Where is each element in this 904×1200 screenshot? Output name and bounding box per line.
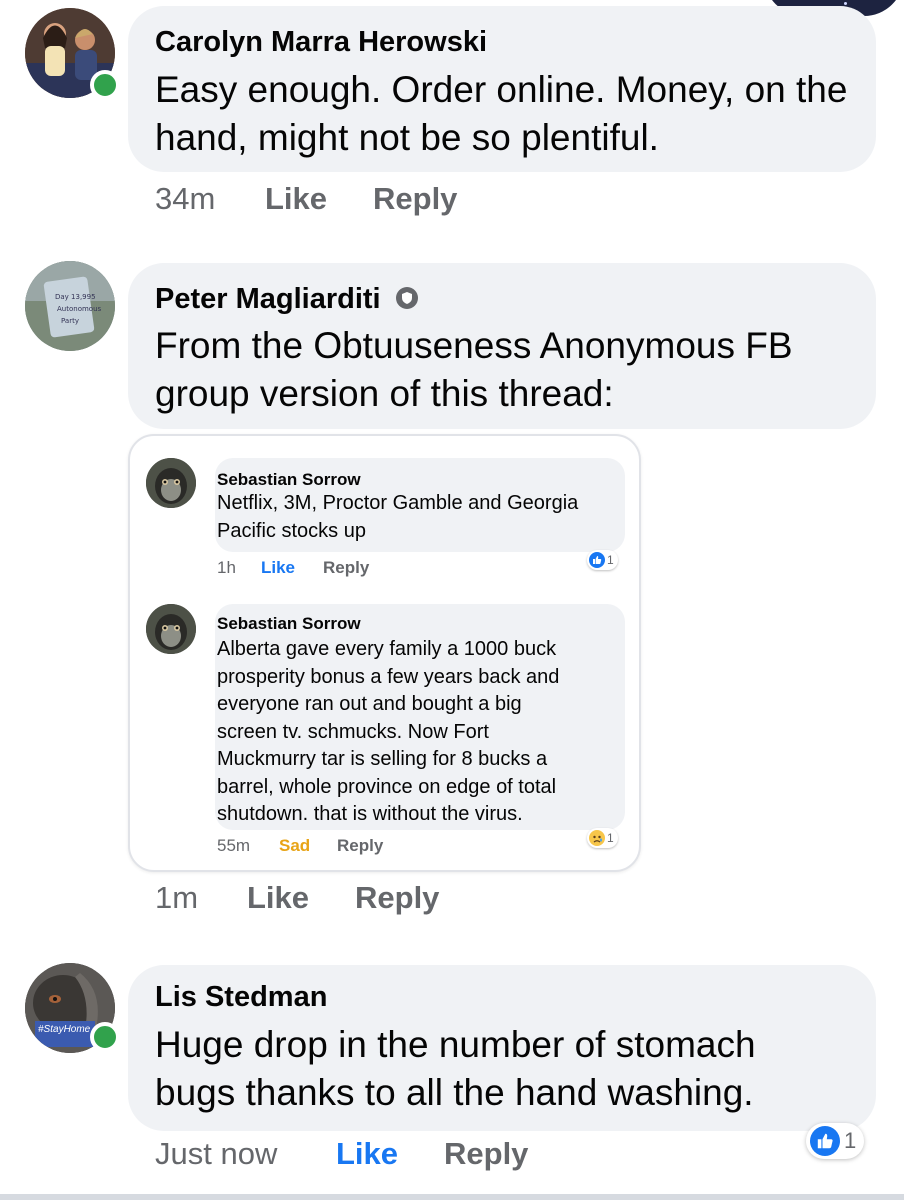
embedded-text-line: screen tv. schmucks. Now Fort xyxy=(217,720,489,743)
embedded-author: Sebastian Sorrow xyxy=(217,614,361,633)
comment-text-line: Huge drop in the number of stomach xyxy=(155,1024,756,1065)
thumbs-up-icon xyxy=(810,1126,840,1156)
reaction-badge[interactable]: 1 xyxy=(806,1123,865,1159)
embedded-text: Netflix, 3M, Proctor Gamble and Georgia … xyxy=(217,490,578,545)
embedded-screenshot[interactable]: Sebastian Sorrow Netflix, 3M, Proctor Ga… xyxy=(128,434,641,872)
comment-author[interactable]: Peter Magliarditi xyxy=(155,283,419,318)
embedded-text: Alberta gave every family a 1000 buck pr… xyxy=(217,636,559,829)
comment-text-line: bugs thanks to all the hand washing. xyxy=(155,1072,754,1113)
comment-text-line: hand, might not be so plentiful. xyxy=(155,117,659,158)
embedded-time: 1h xyxy=(217,558,236,577)
embedded-text-line: everyone ran out and bought a big xyxy=(217,693,522,715)
avatar-frame-text: #StayHome xyxy=(38,1024,91,1035)
svg-text:Party: Party xyxy=(61,317,79,325)
comment-text: From the Obtuuseness Anonymous FB group … xyxy=(155,322,793,418)
like-button[interactable]: Like xyxy=(336,1136,398,1172)
embedded-author: Sebastian Sorrow xyxy=(217,470,361,489)
embedded-text-line: Pacific stocks up xyxy=(217,519,366,542)
reply-button[interactable]: Reply xyxy=(373,181,457,217)
embedded-reaction: 1 xyxy=(587,550,618,570)
embedded-sad: Sad xyxy=(279,836,311,855)
reply-button[interactable]: Reply xyxy=(444,1136,528,1172)
reaction-count: 1 xyxy=(844,1128,857,1153)
online-indicator xyxy=(90,1022,120,1052)
thumbs-up-icon xyxy=(589,552,605,568)
like-button[interactable]: Like xyxy=(265,181,327,217)
sad-face-icon xyxy=(589,830,605,846)
reaction-count: 1 xyxy=(607,831,614,845)
embedded-text-line: barrel, whole province on edge of total xyxy=(217,775,557,798)
comment-text-line: Easy enough. Order online. Money, on the xyxy=(155,69,848,110)
monkey-avatar xyxy=(146,604,196,654)
avatar-photo: Day 13,995 Autonomous Party xyxy=(25,261,115,351)
shield-icon xyxy=(395,285,419,318)
like-button[interactable]: Like xyxy=(247,880,309,916)
embedded-like: Like xyxy=(261,558,296,577)
monkey-avatar xyxy=(146,458,196,508)
embedded-reply: Reply xyxy=(323,558,370,577)
comment-author[interactable]: Carolyn Marra Herowski xyxy=(155,26,487,59)
comment-author-name: Peter Magliarditi xyxy=(155,283,381,315)
svg-text:Autonomous: Autonomous xyxy=(57,305,102,313)
embedded-reply: Reply xyxy=(337,836,384,855)
reaction-count: 1 xyxy=(607,553,614,567)
svg-text:Day 13,995: Day 13,995 xyxy=(55,293,96,301)
reply-button[interactable]: Reply xyxy=(355,880,439,916)
comment-text-line: group version of this thread: xyxy=(155,373,614,414)
embedded-reaction: 1 xyxy=(587,828,618,848)
embedded-time: 55m xyxy=(217,836,251,855)
comment-time[interactable]: 34m xyxy=(155,181,215,217)
embedded-text-line: shutdown. that is without the virus. xyxy=(217,803,523,825)
avatar[interactable]: Day 13,995 Autonomous Party xyxy=(25,261,115,351)
embedded-text-line: Muckmurry tar is selling for 8 bucks a xyxy=(217,748,548,770)
embedded-text-line: Alberta gave every family a 1000 buck xyxy=(217,638,557,660)
bottom-divider xyxy=(0,1194,904,1200)
comment-time[interactable]: Just now xyxy=(155,1136,277,1172)
embedded-text-line: prosperity bonus a few years back and xyxy=(217,665,560,688)
comment-text-line: From the Obtuuseness Anonymous FB xyxy=(155,325,793,366)
embedded-text-line: Netflix, 3M, Proctor Gamble and Georgia xyxy=(217,492,579,514)
comment-author[interactable]: Lis Stedman xyxy=(155,981,327,1014)
comment-text: Huge drop in the number of stomach bugs … xyxy=(155,1021,756,1117)
comment-text: Easy enough. Order online. Money, on the… xyxy=(155,66,847,162)
comment-time[interactable]: 1m xyxy=(155,880,198,916)
online-indicator xyxy=(90,70,120,100)
